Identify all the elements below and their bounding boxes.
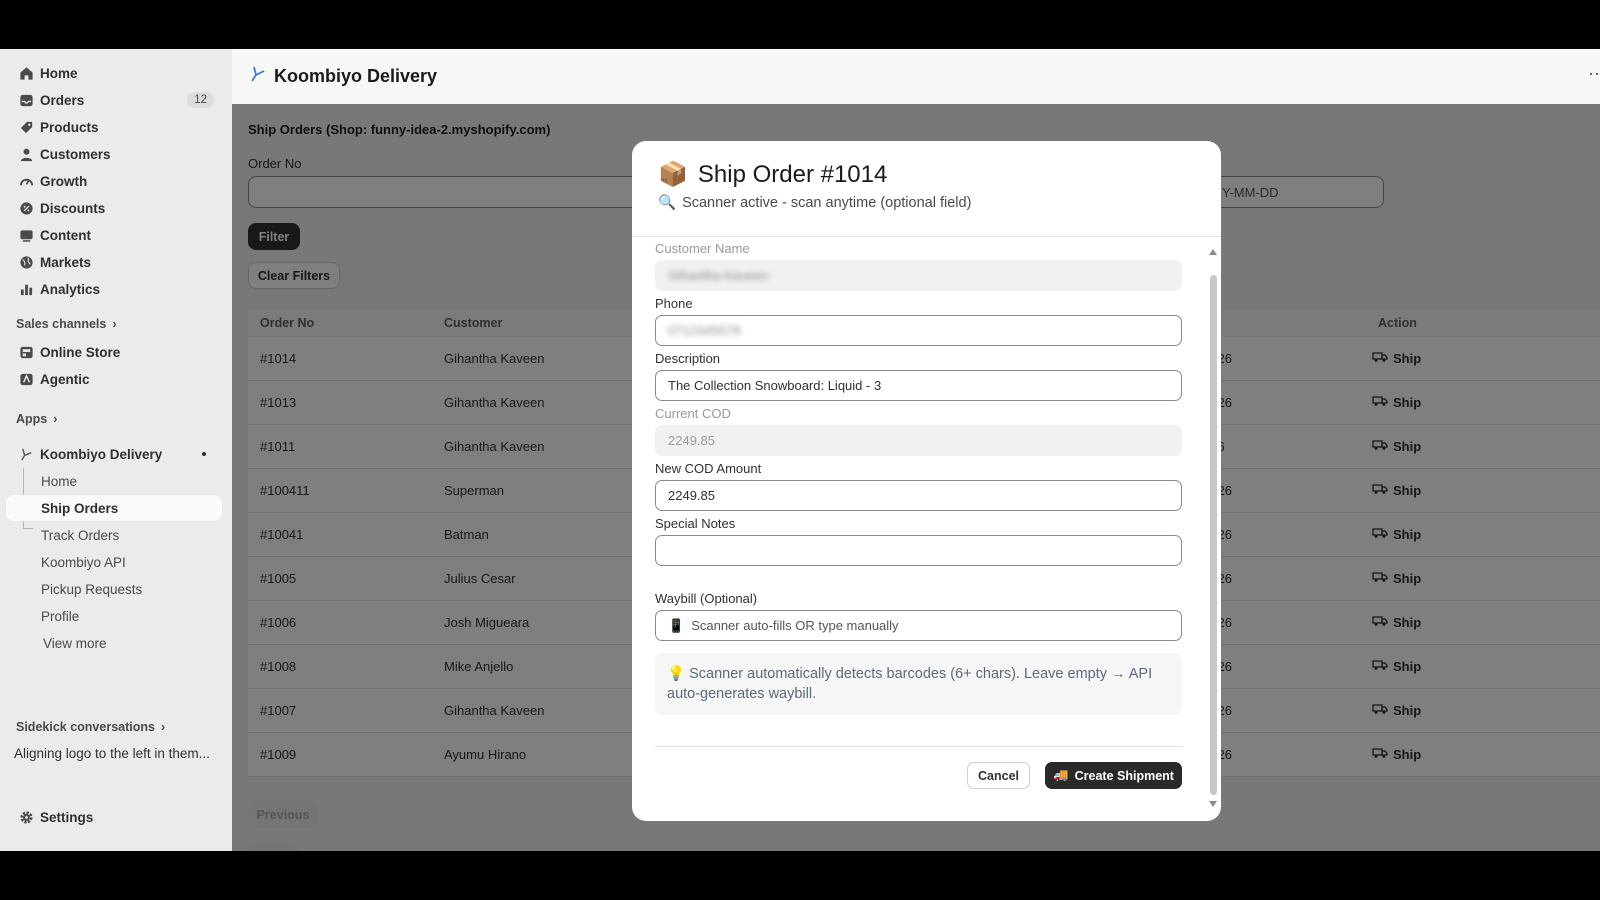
sidebar-subitem-home[interactable]: Home — [6, 468, 222, 494]
scanner-status: 🔍 Scanner active - scan anytime (optiona… — [658, 194, 972, 212]
phone-field[interactable]: 0712345678 — [655, 315, 1182, 346]
sidebar-item-label: Markets — [40, 254, 92, 270]
sidebar-item-koombiyo-delivery[interactable]: Koombiyo Delivery — [6, 441, 222, 467]
sidebar-item-home[interactable]: Home — [6, 60, 222, 86]
sidebar-item-label: Growth — [40, 173, 88, 189]
tag-icon — [12, 120, 40, 135]
apps-header[interactable]: Apps › — [16, 412, 57, 426]
create-shipment-button[interactable]: 🚚 Create Shipment — [1045, 762, 1182, 789]
chevron-right-icon: › — [53, 412, 58, 426]
modal-body[interactable]: Customer Name Gihantha Kaveen Phone 0712… — [632, 238, 1221, 821]
footer-divider — [655, 746, 1182, 747]
view-more-link[interactable]: View more — [6, 630, 222, 656]
special-notes-field[interactable] — [655, 535, 1182, 566]
sidebar-item-settings[interactable]: Settings — [6, 804, 222, 830]
sidebar-item-products[interactable]: Products — [6, 114, 222, 140]
sidebar-item-label: Analytics — [40, 281, 101, 297]
sidebar-item-customers[interactable]: Customers — [6, 141, 222, 167]
sidebar-item-agentic[interactable]: Agentic — [6, 366, 222, 392]
sidebar-item-label: Koombiyo Delivery — [40, 446, 163, 462]
sidebar-item-discounts[interactable]: Discounts — [6, 195, 222, 221]
gauge-icon — [12, 174, 40, 189]
agentic-icon — [12, 372, 40, 387]
sidebar-item-label: Online Store — [40, 344, 121, 360]
cancel-button[interactable]: Cancel — [967, 762, 1030, 789]
scroll-thumb[interactable] — [1210, 275, 1217, 795]
app-logo-icon — [250, 65, 266, 88]
more-actions-icon[interactable]: ·· — [1588, 63, 1600, 84]
sidebar-subitem-ship-orders[interactable]: Ship Orders — [6, 495, 222, 521]
sidebar-item-label: Orders — [40, 92, 85, 108]
scroll-up-arrow-icon[interactable] — [1209, 249, 1217, 255]
sidebar-item-label: Agentic — [40, 371, 90, 387]
current-cod-field: 2249.85 — [655, 425, 1182, 456]
app-title: Koombiyo Delivery — [274, 66, 438, 86]
app-header: Koombiyo Delivery ·· — [232, 49, 1600, 104]
sidebar-item-label: Discounts — [40, 200, 106, 216]
scroll-down-arrow-icon[interactable] — [1209, 801, 1217, 807]
sidebar-subitem-track-orders[interactable]: Track Orders — [6, 522, 222, 548]
globe-icon — [12, 255, 40, 270]
sidebar-item-label: Customers — [40, 146, 111, 162]
sidebar-item-orders[interactable]: Orders 12 — [6, 87, 222, 113]
customer-name-label: Customer Name — [655, 241, 750, 256]
chevron-right-icon: › — [160, 720, 166, 734]
sidebar-item-online-store[interactable]: Online Store — [6, 339, 222, 365]
description-label: Description — [655, 351, 721, 366]
sidebar-item-label: Content — [40, 227, 91, 243]
orders-count-badge: 12 — [187, 92, 214, 108]
sidekick-conversation-item[interactable]: Aligning logo to the left in them... — [14, 746, 210, 761]
chevron-right-icon: › — [112, 317, 117, 331]
pin-dot — [202, 452, 206, 456]
app-logo-icon — [12, 447, 40, 462]
ship-order-modal: 📦 Ship Order #1014 🔍 Scanner active - sc… — [632, 141, 1221, 821]
modal-title: 📦 Ship Order #1014 — [658, 160, 888, 189]
scanner-hint: 💡 Scanner automatically detects barcodes… — [655, 653, 1182, 715]
sidebar-item-label: Settings — [40, 809, 94, 825]
magnifier-icon: 🔍 — [658, 195, 677, 211]
home-icon — [12, 66, 40, 81]
phone-scanner-icon: 📱 — [668, 617, 685, 633]
sidebar-subitem-koombiyo-api[interactable]: Koombiyo API — [6, 549, 222, 575]
sidebar-item-growth[interactable]: Growth — [6, 168, 222, 194]
modal-scrollbar[interactable] — [1209, 249, 1217, 807]
sidebar-item-content[interactable]: Content — [6, 222, 222, 248]
sidebar-item-analytics[interactable]: Analytics — [6, 276, 222, 302]
discount-icon — [12, 201, 40, 216]
inbox-icon — [12, 93, 40, 108]
sidebar-subitem-pickup-requests[interactable]: Pickup Requests — [6, 576, 222, 602]
sidebar-subitem-profile[interactable]: Profile — [6, 603, 222, 629]
sidekick-header[interactable]: Sidekick conversations › — [16, 720, 165, 734]
description-field[interactable]: The Collection Snowboard: Liquid - 3 — [655, 370, 1182, 401]
current-cod-label: Current COD — [655, 406, 731, 421]
store-icon — [12, 345, 40, 360]
lightbulb-icon: 💡 — [667, 666, 686, 682]
sidebar-item-label: Products — [40, 119, 99, 135]
phone-label: Phone — [655, 296, 693, 311]
customer-name-field: Gihantha Kaveen — [655, 260, 1182, 291]
modal-header: 📦 Ship Order #1014 🔍 Scanner active - sc… — [632, 141, 1221, 237]
sidebar-item-markets[interactable]: Markets — [6, 249, 222, 275]
special-notes-label: Special Notes — [655, 516, 736, 531]
truck-icon: 🚚 — [1053, 768, 1069, 782]
package-icon: 📦 — [658, 161, 688, 188]
new-cod-label: New COD Amount — [655, 461, 762, 476]
sidebar-item-label: Home — [40, 65, 78, 81]
gear-icon — [12, 810, 40, 825]
sales-channels-header[interactable]: Sales channels › — [16, 317, 117, 331]
content-icon — [12, 228, 40, 243]
person-icon — [12, 147, 40, 162]
new-cod-field[interactable]: 2249.85 — [655, 480, 1182, 511]
bar-chart-icon — [12, 282, 40, 297]
waybill-field[interactable]: 📱 Scanner auto-fills OR type manually — [655, 610, 1182, 641]
waybill-label: Waybill (Optional) — [655, 591, 758, 606]
sidebar: Home Orders 12 Products Customers Growth… — [0, 49, 232, 851]
